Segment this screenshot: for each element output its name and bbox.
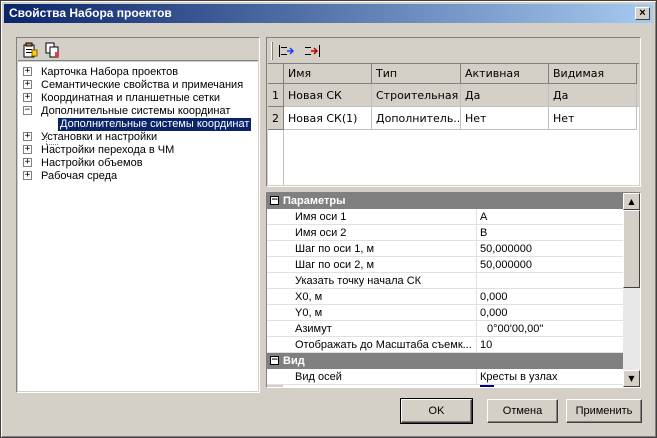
- property-name: Вид осей: [267, 369, 477, 385]
- tree-item-label: Дополнительные системы координат: [58, 118, 252, 131]
- expand-icon[interactable]: +: [23, 132, 32, 141]
- property-name: Указать точку начала СК: [267, 273, 477, 289]
- close-button[interactable]: ×: [635, 7, 650, 20]
- property-row[interactable]: Азимут 0°00'00,00": [267, 321, 623, 337]
- property-row[interactable]: Шаг по оси 1, м 50,000000: [267, 241, 623, 257]
- add-coord-system-icon[interactable]: [278, 43, 295, 59]
- title-bar: Свойства Набора проектов ×: [4, 4, 653, 23]
- property-name: Шаг по оси 2, м: [267, 257, 477, 273]
- property-name: Имя оси 2: [267, 225, 477, 241]
- property-value[interactable]: 0,000: [477, 305, 623, 321]
- grid-toolbar: [268, 39, 639, 63]
- tree-item-label: Рабочая среда: [41, 170, 118, 182]
- column-header[interactable]: Видимая: [549, 64, 637, 84]
- table-header: Имя Тип Активная Видимая: [268, 64, 639, 84]
- tree-item-label: Карточка Набора проектов: [41, 66, 179, 78]
- expand-icon[interactable]: +: [23, 93, 32, 102]
- tree-panel: + Карточка Набора проектов + Семантическ…: [16, 37, 260, 393]
- property-value[interactable]: Кресты в узлах: [477, 369, 623, 385]
- category-title: Вид: [283, 355, 305, 367]
- property-row[interactable]: Вид осей Кресты в узлах: [267, 369, 623, 385]
- table-cell[interactable]: Строительная: [372, 84, 461, 107]
- scroll-up-icon[interactable]: ▲: [623, 193, 640, 210]
- property-value[interactable]: [477, 273, 623, 289]
- table-cell[interactable]: Нет: [549, 107, 637, 130]
- property-value[interactable]: B: [477, 225, 623, 241]
- copy-document-icon[interactable]: [44, 42, 60, 58]
- property-value[interactable]: 50,000000: [477, 257, 623, 273]
- property-value[interactable]: 50,000000: [477, 241, 623, 257]
- property-value[interactable]: 10: [477, 337, 623, 353]
- table-cell[interactable]: Нет: [461, 107, 549, 130]
- property-name: Шаг по оси 1, м: [267, 241, 477, 257]
- column-header[interactable]: Активная: [461, 64, 549, 84]
- table-row[interactable]: 2 Новая СК(1) Дополнитель... Нет Нет: [268, 107, 639, 130]
- tree-view[interactable]: + Карточка Набора проектов + Семантическ…: [18, 62, 258, 391]
- tree-item-label: Семантические свойства и примечания: [41, 79, 244, 91]
- window-title: Свойства Набора проектов: [9, 6, 172, 20]
- property-row[interactable]: Y0, м 0,000: [267, 305, 623, 321]
- property-value[interactable]: A: [477, 209, 623, 225]
- property-grid[interactable]: − Параметры Имя оси 1 A Имя оси 2 B Шаг …: [266, 192, 641, 388]
- dialog-window: Свойства Набора проектов × + Карточка На…: [0, 0, 657, 438]
- scroll-down-icon[interactable]: ▼: [623, 370, 640, 387]
- expand-icon[interactable]: +: [23, 158, 32, 167]
- expand-icon[interactable]: +: [23, 171, 32, 180]
- property-row[interactable]: Отображать до Масштаба съемк... 10: [267, 337, 623, 353]
- column-header[interactable]: Тип: [372, 64, 461, 84]
- remove-coord-system-icon[interactable]: [304, 43, 320, 59]
- collapse-icon[interactable]: −: [270, 356, 279, 365]
- corner-cell: [268, 64, 284, 84]
- property-name: X0, м: [267, 289, 477, 305]
- properties-icon[interactable]: [22, 42, 38, 58]
- tree-item-label: Установки и настройки: [41, 131, 158, 143]
- coord-systems-table[interactable]: Имя Тип Активная Видимая 1 Новая СК Стро…: [268, 63, 639, 185]
- property-value[interactable]: 0,000: [477, 289, 623, 305]
- line-style-swatch: [480, 385, 494, 387]
- tree-item-label: Координатная и планшетные сетки: [41, 92, 221, 104]
- property-name: Имя оси 1: [267, 209, 477, 225]
- table-cell[interactable]: Да: [461, 84, 549, 107]
- property-name: Азимут: [267, 321, 477, 337]
- row-number[interactable]: 1: [268, 84, 284, 107]
- tree-item-label: Дополнительные системы координат: [41, 105, 231, 117]
- property-row[interactable]: Имя оси 2 B: [267, 225, 623, 241]
- column-header[interactable]: Имя: [284, 64, 372, 84]
- tree-item-label: Настройки перехода в ЧМ: [41, 144, 175, 156]
- property-row[interactable]: Указать точку начала СК: [267, 273, 623, 289]
- property-name: Отображать до Масштаба съемк...: [267, 337, 477, 353]
- tree-item-label: Настройки объемов: [41, 157, 143, 169]
- expand-icon[interactable]: +: [23, 80, 32, 89]
- table-row[interactable]: 1 Новая СК Строительная Да Да: [268, 84, 639, 107]
- expand-icon[interactable]: +: [23, 145, 32, 154]
- property-value[interactable]: 0°00'00,00": [477, 321, 623, 337]
- property-row[interactable]: X0, м 0,000: [267, 289, 623, 305]
- table-cell[interactable]: Новая СК(1): [284, 107, 372, 130]
- property-row[interactable]: Имя оси 1 A: [267, 209, 623, 225]
- category-title: Параметры: [283, 195, 346, 207]
- tree-toolbar: [18, 39, 258, 61]
- table-cell[interactable]: Дополнитель...: [372, 107, 461, 130]
- expand-icon[interactable]: +: [23, 67, 32, 76]
- collapse-icon[interactable]: −: [270, 196, 279, 205]
- collapse-icon[interactable]: −: [23, 106, 32, 115]
- table-cell[interactable]: Да: [549, 84, 637, 107]
- property-row[interactable]: Шаг по оси 2, м 50,000000: [267, 257, 623, 273]
- vertical-scrollbar[interactable]: ▲ ▼: [623, 193, 640, 387]
- row-number[interactable]: 2: [268, 107, 284, 130]
- coord-systems-panel: Имя Тип Активная Видимая 1 Новая СК Стро…: [266, 37, 641, 187]
- ok-button[interactable]: OK: [400, 398, 473, 424]
- cancel-button[interactable]: Отмена: [487, 399, 558, 423]
- apply-button[interactable]: Применить: [566, 399, 642, 423]
- scroll-thumb[interactable]: [623, 210, 640, 288]
- category-view[interactable]: − Вид: [267, 353, 623, 369]
- category-parameters[interactable]: − Параметры: [267, 193, 623, 209]
- table-cell[interactable]: Новая СК: [284, 84, 372, 107]
- property-name: Y0, м: [267, 305, 477, 321]
